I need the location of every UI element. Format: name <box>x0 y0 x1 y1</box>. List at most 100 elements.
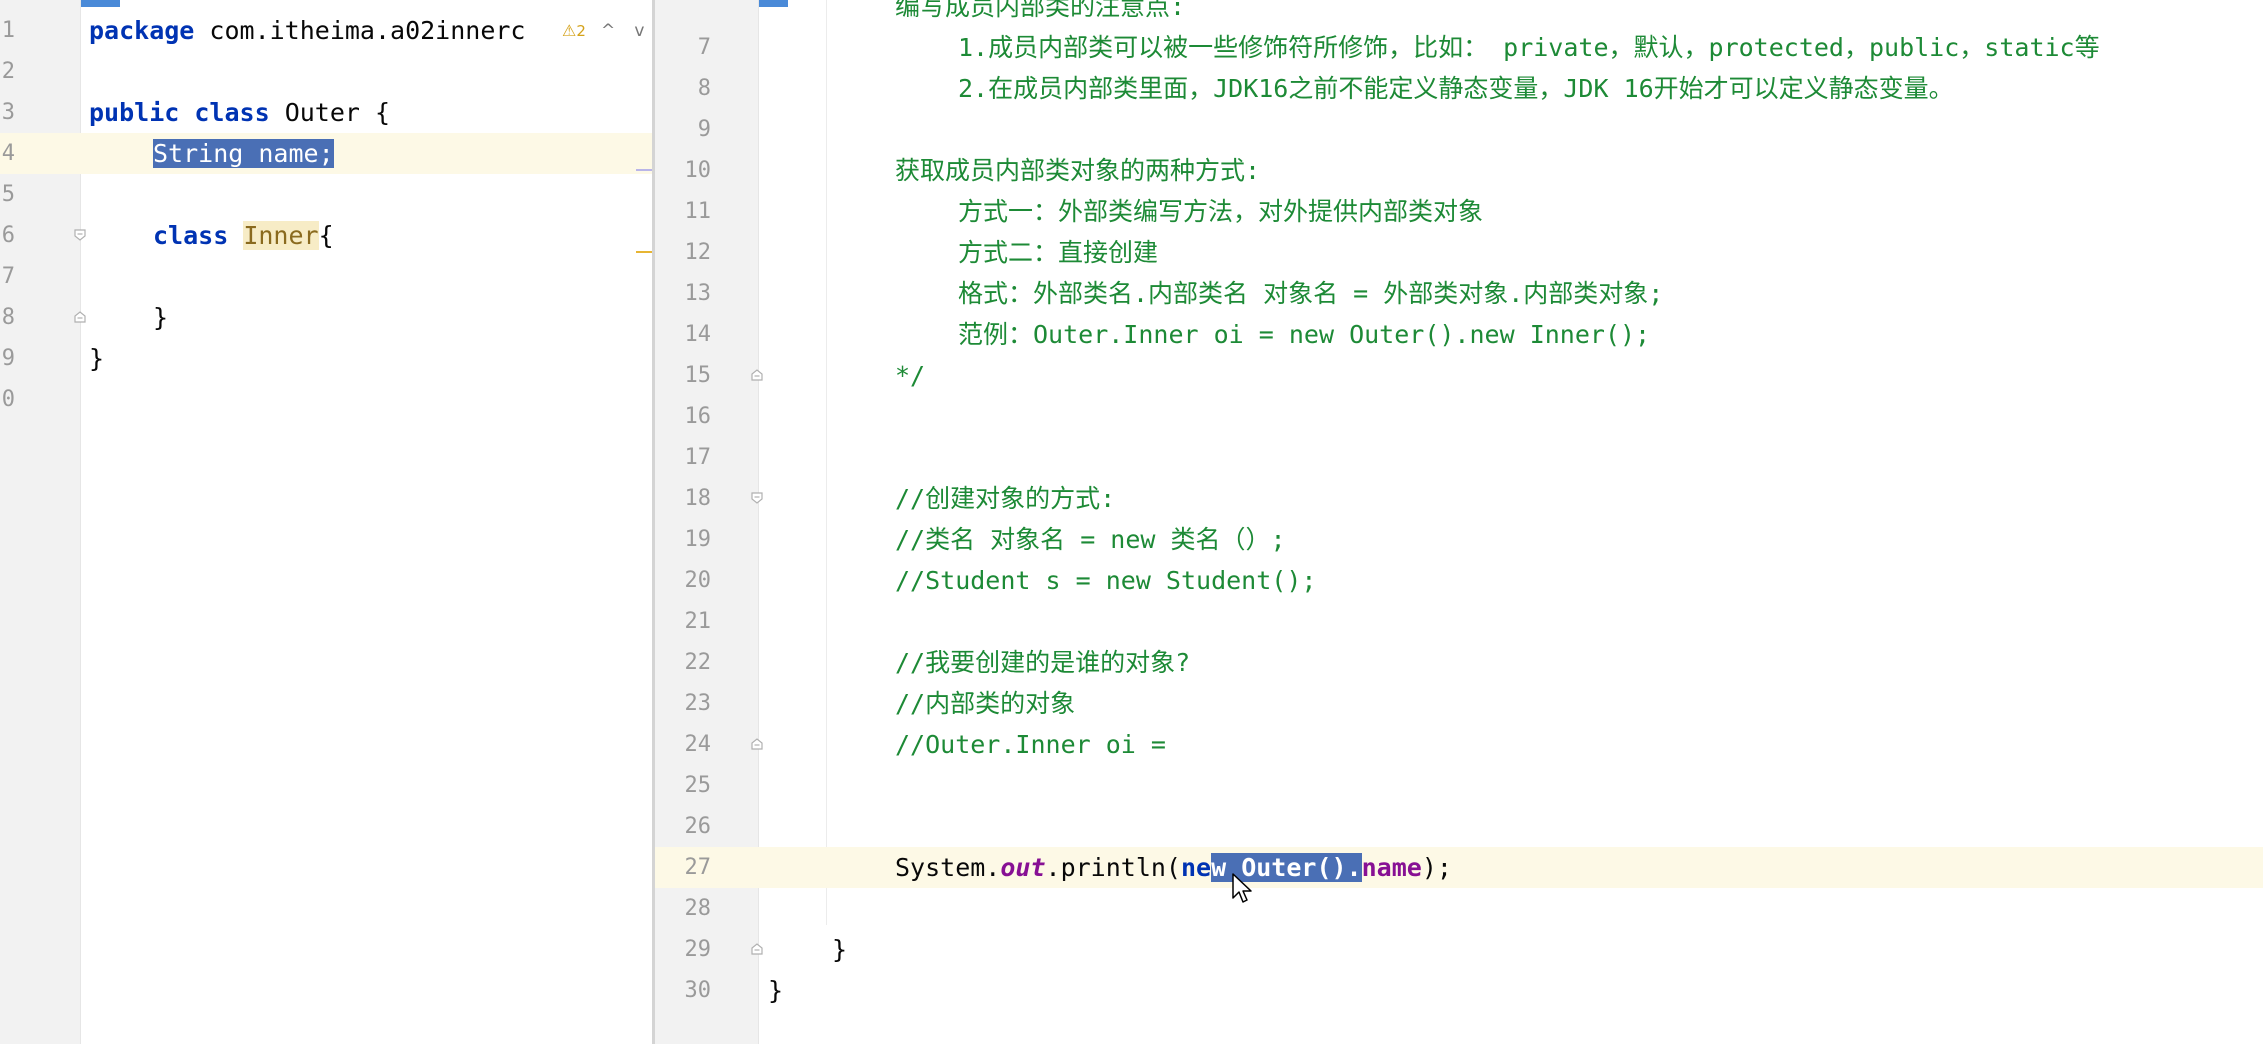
warning-count: 2 <box>576 22 586 40</box>
line-number: 7 <box>1 264 15 289</box>
code-line-10[interactable]: 10 获取成员内部类对象的两种方式: <box>655 150 2263 191</box>
code-text[interactable]: 2.在成员内部类里面，JDK16之前不能定义静态变量，JDK 16开始才可以定义… <box>958 68 1954 109</box>
line-number: 9 <box>697 117 711 142</box>
code-line-24[interactable]: 24 //Outer.Inner oi = <box>655 724 2263 765</box>
code-line-8[interactable]: 8 2.在成员内部类里面，JDK16之前不能定义静态变量，JDK 16开始才可以… <box>655 68 2263 109</box>
code-line-25[interactable]: 25 <box>655 765 2263 806</box>
line-number: 16 <box>684 404 712 429</box>
fold-close-icon[interactable] <box>750 737 764 751</box>
code-line-14[interactable]: 14 范例：Outer.Inner oi = new Outer().new I… <box>655 314 2263 355</box>
keyword: package <box>89 16 195 45</box>
code-line-29[interactable]: 29 } <box>655 929 2263 970</box>
usage-marker[interactable] <box>636 169 652 171</box>
code-text[interactable]: 1.成员内部类可以被一些修饰符所修饰，比如： private，默认，protec… <box>958 27 2100 68</box>
code-line-30[interactable]: 30 } <box>655 970 2263 1011</box>
code-text[interactable]: //Student s = new Student(); <box>895 560 1316 601</box>
code-line-15[interactable]: 15 */ <box>655 355 2263 396</box>
code-text[interactable]: 编写成员内部类的注意点: <box>895 0 1185 27</box>
line-number: 8 <box>1 305 15 330</box>
line-number: 17 <box>684 445 712 470</box>
code-text[interactable]: 格式：外部类名.内部类名 对象名 = 外部类对象.内部类对象; <box>958 273 1663 314</box>
code-line-10[interactable]: 0 <box>0 379 655 420</box>
code-text[interactable]: } <box>153 297 168 338</box>
line-number: 10 <box>684 158 712 183</box>
code-text[interactable]: class Inner{ <box>153 215 334 256</box>
fold-close-icon[interactable] <box>750 368 764 382</box>
code-line-12[interactable]: 12 方式二：直接创建 <box>655 232 2263 273</box>
code-text[interactable]: } <box>89 338 104 379</box>
line-number: 22 <box>684 650 712 675</box>
static-field: out <box>1000 853 1046 882</box>
code-line-4[interactable]: 4 String name; <box>0 133 655 174</box>
code-line-27[interactable]: 27 System.out.println(new Outer().name); <box>655 847 2263 888</box>
code-line-22[interactable]: 22 //我要创建的是谁的对象? <box>655 642 2263 683</box>
code-text[interactable]: 方式二：直接创建 <box>958 232 1158 273</box>
code-line-3[interactable]: 3 public class Outer { <box>0 92 655 133</box>
code-text[interactable]: 获取成员内部类对象的两种方式: <box>895 150 1260 191</box>
line-number: 24 <box>684 732 712 757</box>
code-text[interactable]: //类名 对象名 = new 类名（）; <box>895 519 1286 560</box>
code-text[interactable]: 方式一：外部类编写方法，对外提供内部类对象 <box>958 191 1483 232</box>
keyword: class <box>153 221 229 250</box>
line-number: 30 <box>684 978 712 1003</box>
line-number: 3 <box>1 100 15 125</box>
inspection-widget[interactable]: ⚠2 ^ v <box>562 10 644 51</box>
code-line-28[interactable]: 28 <box>655 888 2263 929</box>
code-text[interactable]: } <box>832 929 847 970</box>
line-number: 18 <box>684 486 712 511</box>
code-line-19[interactable]: 19 //类名 对象名 = new 类名（）; <box>655 519 2263 560</box>
keyword: class <box>194 98 270 127</box>
code-line-2[interactable]: 2 <box>0 51 655 92</box>
code-text[interactable]: */ <box>895 355 925 396</box>
code-line-8[interactable]: 8 } <box>0 297 655 338</box>
code-line-26[interactable]: 26 <box>655 806 2263 847</box>
code-line-18[interactable]: 18 //创建对象的方式: <box>655 478 2263 519</box>
line-number: 4 <box>1 141 15 166</box>
code-line-13[interactable]: 13 格式：外部类名.内部类名 对象名 = 外部类对象.内部类对象; <box>655 273 2263 314</box>
fold-close-icon[interactable] <box>750 942 764 956</box>
code-text[interactable]: //Outer.Inner oi = <box>895 724 1166 765</box>
fold-open-icon[interactable] <box>73 228 87 242</box>
code-line-6-partial[interactable]: 编写成员内部类的注意点: <box>655 0 2263 27</box>
code-text[interactable]: 范例：Outer.Inner oi = new Outer().new Inne… <box>958 314 1650 355</box>
highlighted-identifier[interactable]: Inner <box>243 221 319 250</box>
warning-marker[interactable] <box>636 251 652 253</box>
code-text[interactable]: public class Outer { <box>89 92 390 133</box>
line-number: 20 <box>684 568 712 593</box>
fold-close-icon[interactable] <box>73 310 87 324</box>
fold-open-icon[interactable] <box>750 491 764 505</box>
code-line-20[interactable]: 20 //Student s = new Student(); <box>655 560 2263 601</box>
next-highlight-icon[interactable]: v <box>634 21 644 41</box>
code-line-11[interactable]: 11 方式一：外部类编写方法，对外提供内部类对象 <box>655 191 2263 232</box>
line-number: 15 <box>684 363 712 388</box>
code-line-9[interactable]: 9 <box>655 109 2263 150</box>
previous-highlight-icon[interactable]: ^ <box>601 21 615 41</box>
code-line-23[interactable]: 23 //内部类的对象 <box>655 683 2263 724</box>
code-line-9[interactable]: 9 } <box>0 338 655 379</box>
code-line-7[interactable]: 7 1.成员内部类可以被一些修饰符所修饰，比如： private，默认，prot… <box>655 27 2263 68</box>
code-text[interactable]: System.out.println(new Outer().name); <box>895 847 1452 888</box>
line-number: 29 <box>684 937 712 962</box>
code-text[interactable]: //创建对象的方式: <box>895 478 1115 519</box>
code-line-1[interactable]: 1 package com.itheima.a02innerc ⚠2 ^ v <box>0 10 655 51</box>
code-line-5[interactable]: 5 <box>0 174 655 215</box>
code-line-17[interactable]: 17 <box>655 437 2263 478</box>
code-line-16[interactable]: 16 <box>655 396 2263 437</box>
code-text[interactable]: } <box>768 970 783 1011</box>
code-line-7[interactable]: 7 <box>0 256 655 297</box>
left-editor-pane[interactable]: 1 package com.itheima.a02innerc ⚠2 ^ v 2… <box>0 0 655 1044</box>
code-line-21[interactable]: 21 <box>655 601 2263 642</box>
line-number: 25 <box>684 773 712 798</box>
line-number: 26 <box>684 814 712 839</box>
code-text[interactable]: String name; <box>153 133 334 174</box>
method-call: .println( <box>1045 853 1181 882</box>
code-text[interactable]: //内部类的对象 <box>895 683 1075 724</box>
line-number: 28 <box>684 896 712 921</box>
code-text[interactable]: package com.itheima.a02innerc <box>89 10 526 51</box>
code-line-6[interactable]: 6 class Inner{ <box>0 215 655 256</box>
right-editor-pane[interactable]: 编写成员内部类的注意点: 7 1.成员内部类可以被一些修饰符所修饰，比如： pr… <box>655 0 2263 1044</box>
selected-text[interactable]: String name; <box>153 139 334 168</box>
line-number: 9 <box>1 346 15 371</box>
code-text[interactable]: //我要创建的是谁的对象? <box>895 642 1190 683</box>
